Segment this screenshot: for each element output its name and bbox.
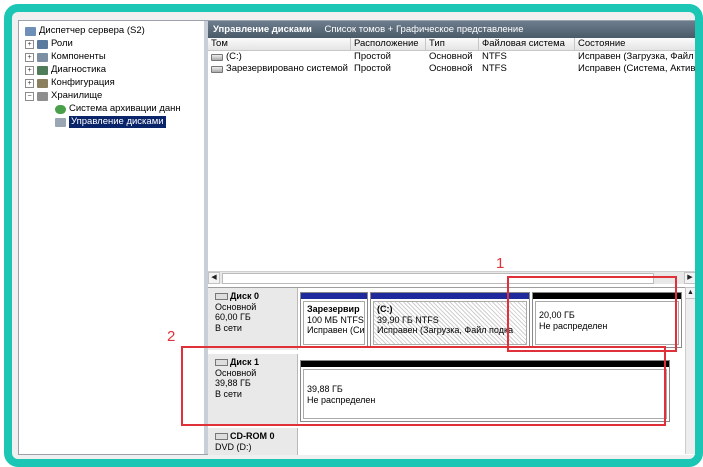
expand-icon[interactable]: + [25, 65, 34, 75]
storage-icon [37, 91, 48, 101]
disk-size: 60,00 ГБ [215, 312, 251, 322]
column-header-status[interactable]: Состояние [575, 38, 695, 50]
tree-item-label: Хранилище [51, 90, 103, 101]
volume-filesystem: NTFS [482, 51, 507, 62]
volume-name: (C:) [226, 51, 242, 62]
tree-item-disk-management[interactable]: Управление дисками [55, 116, 166, 128]
partition-size: 100 МБ NTFS [307, 314, 364, 325]
cdrom-icon [215, 432, 228, 440]
scroll-left-icon[interactable]: ◀ [208, 272, 220, 284]
primary-bar [301, 293, 367, 299]
volume-location: Простой [354, 63, 391, 74]
partition-body: Зарезервир 100 МБ NTFS Исправен (Си [303, 301, 365, 345]
tree-item-backup[interactable]: Система архивации данн [55, 103, 181, 115]
cdrom-label[interactable]: CD-ROM 0 DVD (D:) [208, 428, 298, 455]
tree-item-configuration[interactable]: + Конфигурация [25, 77, 115, 89]
volume-type: Основной [429, 63, 473, 74]
disk-0-label[interactable]: Диск 0 Основной 60,00 ГБ В сети [208, 288, 298, 350]
expand-icon[interactable]: + [25, 39, 34, 49]
graphical-vscrollbar[interactable]: ▲ [685, 287, 695, 454]
server-icon [25, 26, 36, 36]
tree-item-label: Роли [51, 38, 73, 49]
volume-icon [211, 53, 223, 61]
view-subtitle: Список томов + Графическое представление [324, 24, 524, 35]
partition-status: Исправен (Загрузка, Файл подка [377, 325, 514, 335]
tree-item-storage[interactable]: − Хранилище [25, 90, 102, 102]
backup-icon [55, 104, 66, 114]
volume-name-cell: Зарезервировано системой [208, 63, 351, 75]
disk-name: Диск 0 [230, 291, 259, 301]
configuration-icon [37, 78, 48, 88]
tree-item-label: Диагностика [51, 64, 107, 75]
partition-status: Исправен (Си [307, 325, 365, 335]
tree-root[interactable]: Диспетчер сервера (S2) [25, 25, 145, 37]
volume-name: Зарезервировано системой [226, 63, 348, 74]
volume-name-cell: (C:) [208, 51, 351, 63]
expand-icon[interactable]: + [25, 78, 34, 88]
table-row[interactable]: Зарезервировано системой Простой Основно… [208, 63, 696, 75]
table-row[interactable]: (C:) Простой Основной NTFS Исправен (Заг… [208, 51, 695, 63]
partition-size: 39,90 ГБ NTFS [377, 314, 439, 325]
tree-item-roles[interactable]: + Роли [25, 38, 73, 50]
partition-title: Зарезервир [307, 304, 360, 314]
partition-c[interactable]: (C:) 39,90 ГБ NTFS Исправен (Загрузка, Ф… [370, 292, 530, 348]
disk-state: В сети [215, 322, 242, 333]
scroll-right-icon[interactable]: ▶ [684, 272, 695, 284]
annotation-box-2 [181, 346, 666, 426]
tree-root-label: Диспетчер сервера (S2) [39, 25, 145, 36]
scroll-up-icon[interactable]: ▲ [685, 287, 695, 299]
tree-item-label: Конфигурация [51, 77, 115, 88]
features-icon [37, 52, 48, 62]
disk-type: Основной [215, 301, 257, 312]
tree-item-label: Компоненты [51, 51, 106, 62]
partition-body: (C:) 39,90 ГБ NTFS Исправен (Загрузка, Ф… [373, 301, 527, 345]
panel-titlebar: Управление дисками Список томов + Графич… [208, 21, 695, 38]
tree-item-features[interactable]: + Компоненты [25, 51, 106, 63]
tree-item-label: Система архивации данн [69, 103, 181, 114]
collapse-icon[interactable]: − [25, 91, 34, 101]
volume-filesystem: NTFS [482, 63, 507, 74]
tree-item-label: Управление дисками [69, 116, 166, 128]
annotation-label-1: 1 [496, 255, 505, 272]
tree-item-diagnostics[interactable]: + Диагностика [25, 64, 106, 76]
diagnostics-icon [37, 65, 48, 75]
volume-type: Основной [429, 51, 473, 62]
column-header-filesystem[interactable]: Файловая система [479, 38, 575, 50]
console-tree: Диспетчер сервера (S2) + Роли + Компонен… [19, 21, 208, 454]
disk-icon [215, 292, 228, 300]
volume-status: Исправен (Система, Актив [578, 63, 696, 74]
partition-title: (C:) [377, 304, 393, 314]
panel-title: Управление дисками [213, 24, 312, 35]
column-header-type[interactable]: Тип [426, 38, 479, 50]
volume-icon [211, 65, 223, 73]
annotation-label-2: 2 [167, 328, 176, 345]
volume-location: Простой [354, 51, 391, 62]
roles-icon [37, 39, 48, 49]
annotation-box-1 [507, 276, 677, 352]
disk-name: CD-ROM 0 [230, 431, 275, 441]
disk-type: DVD (D:) [215, 441, 252, 452]
expand-icon[interactable]: + [25, 52, 34, 62]
primary-bar [371, 293, 529, 299]
volume-status: Исправен (Загрузка, Файл [578, 51, 694, 62]
disk-management-icon [55, 117, 66, 127]
column-header-volume[interactable]: Том [208, 38, 351, 50]
volume-list-header: Том Расположение Тип Файловая система Со… [208, 38, 695, 51]
partition-reserved[interactable]: Зарезервир 100 МБ NTFS Исправен (Си [300, 292, 368, 348]
column-header-location[interactable]: Расположение [351, 38, 426, 50]
